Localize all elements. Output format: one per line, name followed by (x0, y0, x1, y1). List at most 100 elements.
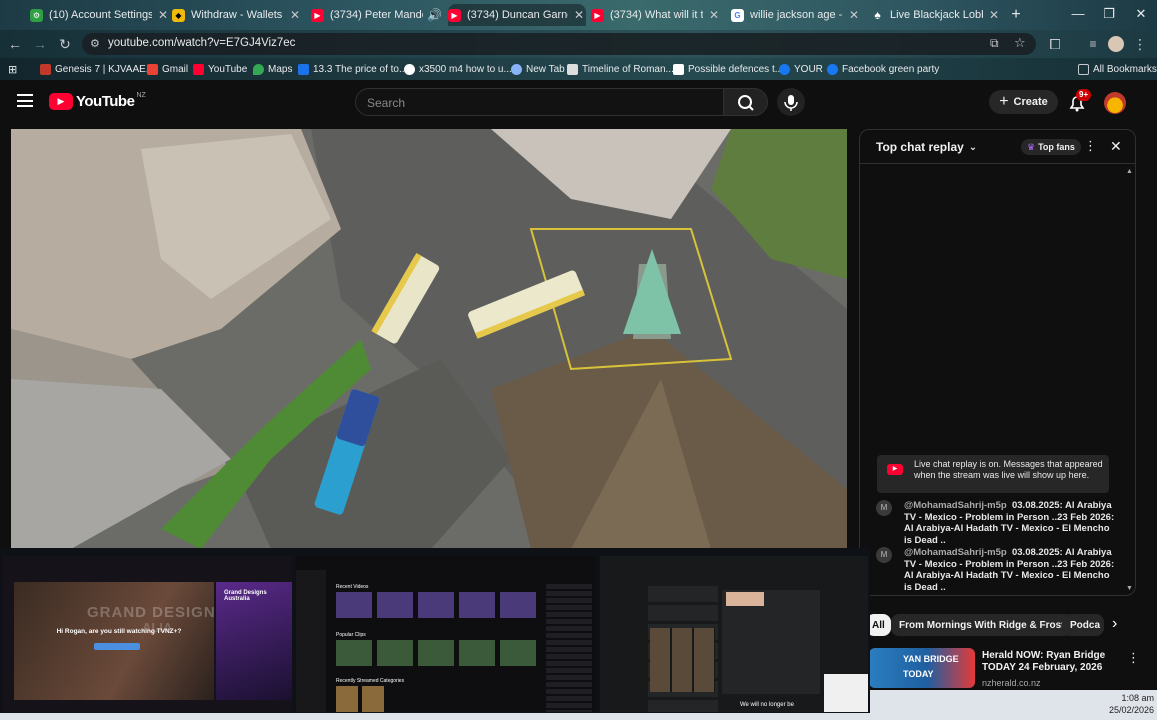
youtube-icon: ▶ (591, 8, 604, 22)
wikipedia-icon (567, 63, 578, 75)
chat-scrollbar[interactable]: ▲ ▼ (1126, 168, 1133, 592)
bookmark-item[interactable]: Timeline of Roman... (567, 62, 674, 76)
apps-grid-icon[interactable]: ⊞ (8, 62, 17, 76)
close-tab-icon[interactable]: ✕ (987, 8, 1001, 22)
site-info-icon[interactable]: ⚙ (90, 37, 100, 50)
youtube-play-icon: ▶ (49, 93, 73, 110)
video-thumbnail: YAN BRIDGE TODAY (869, 648, 975, 688)
browser-tab-strip: ⚙ (10) Account Settings / S ✕ ◆ Withdraw… (0, 0, 1157, 30)
browser-tab[interactable]: ▶ (3734) What will it take f ✕ (591, 4, 721, 26)
preview-button (94, 643, 140, 650)
preview-categories-row (336, 686, 384, 712)
chat-replay-notice: ▶ Live chat replay is on. Messages that … (877, 455, 1109, 493)
chat-message[interactable]: M @MohamadSahrij-m5p 03.08.2025: Al Arab… (876, 500, 1116, 546)
reload-icon[interactable]: ↻ (56, 36, 74, 52)
bookmark-item[interactable]: YOUR (779, 62, 823, 76)
bookmark-item[interactable]: YouTube (193, 62, 247, 76)
bookmark-item[interactable]: Genesis 7 | KJVAAE... (40, 62, 154, 76)
folder-icon (1078, 63, 1089, 75)
voice-search-button[interactable] (777, 88, 805, 116)
speaker-icon[interactable]: 🔊 (427, 8, 441, 22)
clock-time[interactable]: 1:08 am (1114, 693, 1154, 703)
browser-tab[interactable]: ⚙ (10) Account Settings / S ✕ (30, 4, 170, 26)
reading-list-icon[interactable]: ≡ (1084, 36, 1102, 52)
notifications-button[interactable]: 9+ (1066, 89, 1092, 114)
bookmark-favicon-icon (673, 63, 684, 75)
window-preview-tvnz[interactable]: GRAND DESIGNS ALIA Grand Designs Austral… (2, 556, 292, 712)
avatar: M (876, 547, 892, 563)
browser-tab[interactable]: G willie jackson age - Goog ✕ (731, 4, 861, 26)
menu-icon[interactable]: ⋮ (1131, 36, 1149, 52)
extensions-icon[interactable]: ⧠ (1046, 36, 1064, 52)
bookmark-item[interactable]: Maps (253, 62, 292, 76)
address-bar[interactable]: ⚙ youtube.com/watch?v=E7GJ4Viz7ec ⧉ ☆ (82, 33, 1036, 55)
chevron-right-icon[interactable]: › (1112, 615, 1117, 633)
binance-icon: ◆ (172, 8, 185, 22)
preview-hero-image (14, 582, 214, 700)
plus-icon: + (999, 93, 1009, 110)
youtube-logo[interactable]: ▶ YouTube NZ (49, 92, 146, 110)
close-chat-icon[interactable]: ✕ (1110, 138, 1122, 155)
bookmark-item[interactable]: New Tab (511, 62, 565, 76)
browser-tab-active[interactable]: ▶ (3734) Duncan Garner R ✕ (448, 4, 586, 26)
chip-mornings[interactable]: From Mornings With Ridge & Frost (891, 614, 1073, 636)
hamburger-menu-icon[interactable] (17, 94, 33, 107)
browser-tab[interactable]: ◆ Withdraw - Wallets - Bin ✕ (172, 4, 302, 26)
bookmark-favicon-icon (298, 63, 309, 75)
window-preview-facebook[interactable]: We will no longer be (600, 556, 868, 712)
bookmark-item[interactable]: x3500 m4 how to u... (404, 62, 512, 76)
avatar: M (876, 500, 892, 516)
scroll-down-icon: ▼ (1126, 585, 1133, 592)
new-tab-icon (511, 63, 522, 75)
close-window-button[interactable]: ✕ (1131, 6, 1151, 22)
all-bookmarks[interactable]: All Bookmarks (1078, 62, 1157, 76)
bookmark-favicon-icon (40, 63, 51, 75)
chat-mode-dropdown[interactable]: Top chat replay ⌄ (876, 140, 977, 154)
bookmark-item[interactable]: Gmail (147, 62, 188, 76)
new-tab-button[interactable]: + (1006, 6, 1026, 24)
maximize-button[interactable]: ❐ (1099, 6, 1119, 22)
bookmarks-bar: ⊞ Genesis 7 | KJVAAE... Gmail YouTube Ma… (0, 58, 1157, 80)
browser-tab[interactable]: ♠ Live Blackjack Lobby - Pl ✕ (871, 4, 1001, 26)
close-tab-icon[interactable]: ✕ (156, 8, 170, 22)
window-preview-twitch[interactable]: Recent Videos Popular Clips Recently Str… (296, 556, 596, 712)
chat-message[interactable]: M @MohamadSahrij-m5p 03.08.2025: Al Arab… (876, 547, 1116, 593)
forward-icon[interactable]: → (31, 36, 49, 52)
scroll-up-icon: ▲ (1126, 168, 1133, 175)
close-tab-icon[interactable]: ✕ (707, 8, 721, 22)
settings-icon: ⚙ (30, 8, 43, 22)
top-fans-badge[interactable]: ♛ Top fans (1021, 139, 1081, 155)
recommended-video[interactable]: YAN BRIDGE TODAY Herald NOW: Ryan Bridge… (869, 648, 1140, 688)
bookmark-item[interactable]: 13.3 The price of to... (298, 62, 407, 76)
bookmark-star-icon[interactable]: ☆ (1014, 35, 1026, 51)
search-input[interactable]: Search (355, 88, 724, 116)
preview-post-image (726, 592, 764, 606)
video-options-icon[interactable]: ⋮ (1127, 650, 1140, 666)
facebook-icon (827, 63, 838, 75)
chip-podcasts[interactable]: Podca (1062, 614, 1104, 636)
google-icon (404, 63, 415, 75)
youtube-icon: ▶ (311, 8, 324, 22)
back-icon[interactable]: ← (6, 36, 24, 52)
account-avatar[interactable] (1104, 92, 1126, 114)
search-button[interactable] (723, 88, 768, 116)
video-player[interactable] (11, 129, 847, 549)
bookmark-item[interactable]: Possible defences t... (673, 62, 783, 76)
bookmark-item[interactable]: Facebook green party (827, 62, 939, 76)
create-button[interactable]: + Create (989, 90, 1058, 114)
youtube-icon: ▶ (448, 8, 461, 22)
url-text: youtube.com/watch?v=E7GJ4Viz7ec (108, 37, 296, 49)
video-frame (11, 129, 847, 549)
close-tab-icon[interactable]: ✕ (288, 8, 302, 22)
chat-options-icon[interactable]: ⋮ (1084, 138, 1097, 154)
browser-toolbar: ← → ↻ ⚙ youtube.com/watch?v=E7GJ4Viz7ec … (0, 30, 1157, 58)
spade-icon: ♠ (874, 8, 881, 22)
close-tab-icon[interactable]: ✕ (847, 8, 861, 22)
profile-avatar[interactable] (1108, 36, 1124, 52)
minimize-button[interactable]: — (1068, 6, 1088, 21)
browser-tab[interactable]: ▶ (3734) Peter Mandel 🔊 (311, 4, 441, 26)
clock-date[interactable]: 25/02/2026 (1102, 705, 1154, 715)
live-chat-panel: Top chat replay ⌄ ♛ Top fans ⋮ ✕ ▲ ▼ ▶ L… (859, 129, 1136, 596)
close-tab-icon[interactable]: ✕ (572, 8, 586, 22)
install-app-icon[interactable]: ⧉ (990, 36, 999, 51)
